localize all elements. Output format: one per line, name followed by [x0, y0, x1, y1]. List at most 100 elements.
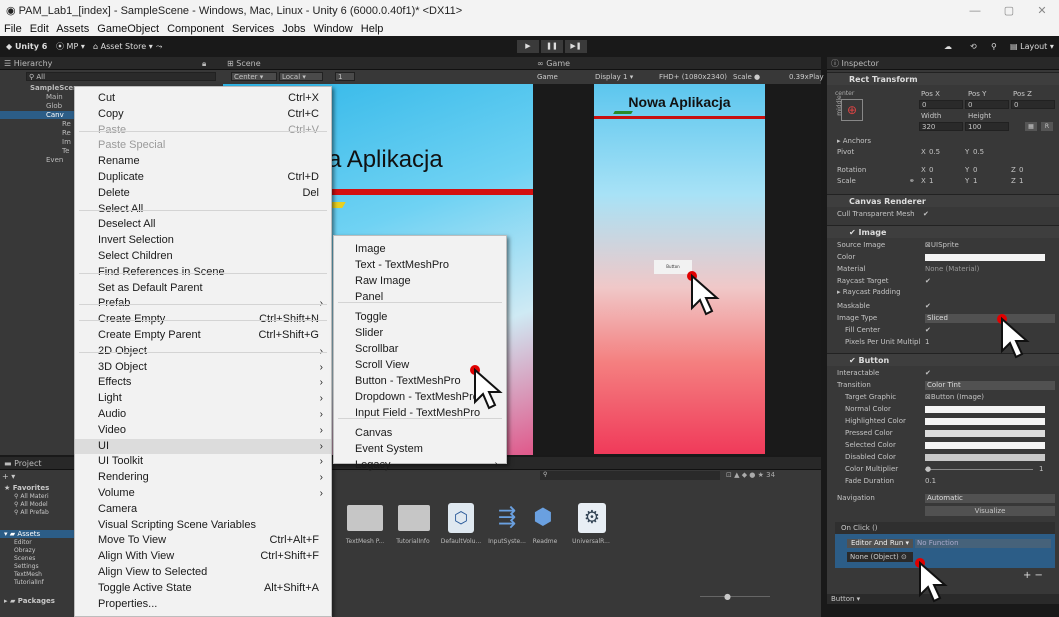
render-pipeline-icon[interactable]: ⚙	[578, 503, 606, 533]
maximize-button[interactable]: ▢	[992, 0, 1026, 22]
scale-slider[interactable]: ●	[754, 70, 760, 84]
menu-item-cut[interactable]: Cut Ctrl+X	[75, 91, 331, 106]
submenu-item-raw-image[interactable]: Raw Image	[334, 273, 506, 289]
submenu-item-image[interactable]: Image	[334, 241, 506, 257]
transition-dropdown[interactable]: Color Tint	[925, 381, 1055, 390]
display-dropdown[interactable]: Display 1 ▾	[595, 70, 633, 84]
image-header[interactable]: ✔ Image	[827, 225, 1059, 238]
hierarchy-item-selected[interactable]: Canv	[0, 111, 74, 119]
version-control-icon[interactable]: ⤳	[156, 36, 162, 57]
asset-tile-label[interactable]: UniversalR...	[568, 538, 614, 545]
submenu-item-event-system[interactable]: Event System	[334, 441, 506, 457]
readme-icon[interactable]: ⬢	[528, 503, 558, 533]
menu-item-video[interactable]: Video ›	[75, 423, 331, 438]
menu-item-rendering[interactable]: Rendering ›	[75, 470, 331, 485]
resolution-dropdown[interactable]: FHD+ (1080x2340)	[659, 70, 727, 84]
hierarchy-item[interactable]: Im	[62, 138, 71, 146]
menu-item-camera[interactable]: Camera	[75, 502, 331, 517]
menu-item-align-with-view[interactable]: Align With View Ctrl+Shift+F	[75, 549, 331, 564]
asset-tile-label[interactable]: Readme	[522, 538, 568, 545]
pivot-x-field[interactable]: 0.5	[929, 147, 940, 158]
inspector-tab[interactable]: ⓘ Inspector	[827, 57, 1059, 70]
search-icon[interactable]: ⚲	[991, 36, 997, 57]
folder-scenes[interactable]: Scenes	[14, 555, 35, 562]
folder-textmesh[interactable]: TextMesh	[14, 571, 42, 578]
cloud-icon[interactable]: ☁	[944, 36, 952, 57]
submenu-item-canvas[interactable]: Canvas	[334, 425, 506, 441]
raycast-target-checkbox[interactable]: ✔	[925, 276, 931, 287]
favorites-label[interactable]: ★ Favorites	[4, 484, 49, 492]
hierarchy-item[interactable]: Re	[62, 120, 71, 128]
game-tab[interactable]: ∞ Game	[533, 57, 821, 70]
volume-profile-icon[interactable]: ⬡	[448, 503, 474, 533]
menu-assets[interactable]: Assets	[56, 23, 89, 35]
menu-item-deselect-all[interactable]: Deselect All	[75, 217, 331, 232]
anchors-foldout[interactable]: ▸ Anchors	[827, 136, 1059, 147]
material-field[interactable]: None (Material)	[925, 264, 979, 275]
rot-y-field[interactable]: 0	[973, 165, 977, 176]
pressed-color-swatch[interactable]	[925, 430, 1045, 437]
maskable-checkbox[interactable]: ✔	[925, 301, 931, 312]
menu-window[interactable]: Window	[314, 23, 353, 35]
folder-tutorialinfo[interactable]: TutorialInf	[14, 579, 44, 586]
menu-item-visual-scripting-scene-variables[interactable]: Visual Scripting Scene Variables	[75, 518, 331, 533]
menu-item-light[interactable]: Light ›	[75, 391, 331, 406]
project-search-input[interactable]: ⚲	[540, 471, 720, 480]
menu-item-toggle-active-state[interactable]: Toggle Active State Alt+Shift+A	[75, 581, 331, 596]
blueprint-mode-button[interactable]: ▦	[1025, 122, 1037, 131]
source-image-field[interactable]: ⊠UISprite	[925, 240, 959, 251]
zoom-slider-thumb[interactable]: ●	[724, 592, 731, 601]
pause-button[interactable]: ❚❚	[541, 40, 563, 53]
folder-obrazy[interactable]: Obrazy	[14, 547, 35, 554]
function-dropdown[interactable]: No Function	[915, 539, 1051, 548]
zoom-slider[interactable]	[700, 596, 770, 597]
pivot-center-dropdown[interactable]: Center ▾	[231, 72, 277, 81]
step-button[interactable]: ▶❚	[565, 40, 587, 53]
add-remove-listener-buttons[interactable]: + −	[1023, 570, 1043, 581]
play-button[interactable]: ▶	[517, 40, 539, 53]
hierarchy-item[interactable]: Glob	[46, 102, 62, 110]
menu-services[interactable]: Services	[232, 23, 274, 35]
canvas-renderer-header[interactable]: Canvas Renderer	[827, 194, 1059, 207]
layout-dropdown[interactable]: ▤ Layout ▾	[1010, 36, 1054, 57]
menu-item-copy[interactable]: Copy Ctrl+C	[75, 107, 331, 122]
pos-x-field[interactable]: 0	[919, 100, 963, 109]
multiplier-field[interactable]: 1	[1039, 464, 1043, 475]
pos-z-field[interactable]: 0	[1011, 100, 1055, 109]
menu-jobs[interactable]: Jobs	[282, 23, 305, 35]
cull-checkbox[interactable]: ✔	[923, 209, 929, 220]
folder-settings[interactable]: Settings	[14, 563, 39, 570]
menu-item-effects[interactable]: Effects ›	[75, 375, 331, 390]
target-graphic-field[interactable]: ⊠Button (Image)	[925, 392, 984, 403]
scale-x-field[interactable]: 1	[929, 176, 933, 187]
input-system-icon[interactable]: ⇶	[492, 503, 522, 533]
history-icon[interactable]: ⟲	[970, 36, 977, 57]
interactable-checkbox[interactable]: ✔	[925, 368, 931, 379]
menu-item-invert-selection[interactable]: Invert Selection	[75, 233, 331, 248]
play-mode-dropdown[interactable]: Play	[809, 70, 824, 84]
submenu-item-toggle[interactable]: Toggle	[334, 309, 506, 325]
hierarchy-tab[interactable]: ☰ Hierarchy 🔒︎	[0, 57, 223, 70]
submenu-item-slider[interactable]: Slider	[334, 325, 506, 341]
menu-item-ui-toolkit[interactable]: UI Toolkit ›	[75, 454, 331, 469]
submenu-item-text-textmeshpro[interactable]: Text - TextMeshPro	[334, 257, 506, 273]
hierarchy-item[interactable]: Re	[62, 129, 71, 137]
game-screen[interactable]: Nowa Aplikacja Button	[594, 84, 765, 454]
menu-item-properties[interactable]: Properties...	[75, 597, 331, 612]
minimize-button[interactable]: —	[958, 0, 992, 22]
selected-color-swatch[interactable]	[925, 442, 1045, 449]
assets-folder[interactable]: ▾ ▰ Assets	[0, 530, 74, 538]
raycast-padding-foldout[interactable]: ▸ Raycast Padding	[827, 287, 1059, 298]
asset-tile-label[interactable]: TextMesh P...	[342, 538, 388, 545]
favorite-item[interactable]: ⚲ All Model	[14, 501, 48, 508]
scale-y-field[interactable]: 1	[973, 176, 977, 187]
anchor-preset-button[interactable]: ⊕	[841, 99, 863, 121]
grid-snap-field[interactable]: 1	[335, 72, 355, 81]
constrain-scale-icon[interactable]: ⚭	[909, 176, 915, 187]
favorite-item[interactable]: ⚲ All Materi	[14, 493, 49, 500]
fill-center-checkbox[interactable]: ✔	[925, 325, 931, 336]
hierarchy-search-input[interactable]: ⚲ All	[26, 72, 216, 81]
menu-help[interactable]: Help	[361, 23, 384, 35]
menu-gameobject[interactable]: GameObject	[97, 23, 159, 35]
lock-icon[interactable]: 🔒︎	[202, 57, 206, 69]
